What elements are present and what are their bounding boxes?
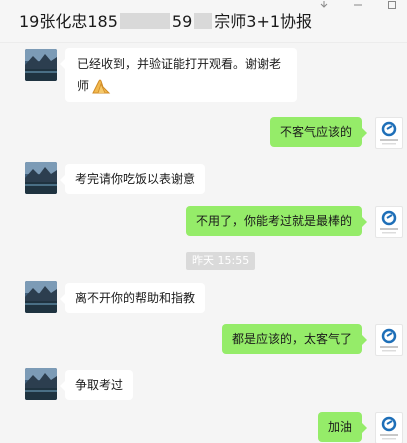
self-avatar[interactable]	[375, 324, 403, 356]
self-avatar[interactable]	[375, 412, 403, 443]
chat-title-bar: 19张化忠185 59 宗师3+1协报	[0, 0, 407, 43]
folded-hands-icon	[89, 75, 111, 95]
message-text: 加油	[327, 420, 352, 434]
message-text: 离不开你的帮助和指教	[75, 291, 196, 305]
message-bubble-outgoing[interactable]: 不客气应该的	[269, 117, 368, 147]
message-bubble-incoming[interactable]: 已经收到，并验证能打开观看。谢谢老师	[60, 48, 297, 102]
chat-title-suffix: 宗师3+1协报	[214, 12, 313, 31]
chat-title-middle: 59	[171, 12, 193, 31]
self-avatar[interactable]	[375, 206, 403, 238]
contact-avatar[interactable]	[25, 281, 57, 313]
contact-avatar[interactable]	[25, 162, 57, 194]
redacted-block	[194, 13, 213, 29]
message-text: 不客气应该的	[279, 125, 352, 139]
message-timestamp: 昨天 15:55	[186, 252, 256, 270]
minimize-icon[interactable]	[351, 0, 365, 12]
message-bubble-outgoing[interactable]: 不用了，你能考过就是最棒的	[185, 206, 368, 236]
message-bubble-incoming[interactable]: 离不开你的帮助和指教	[59, 283, 206, 313]
self-avatar[interactable]	[375, 117, 403, 149]
message-text: 不用了，你能考过就是最棒的	[195, 214, 352, 228]
chat-title: 19张化忠185 59 宗师3+1协报	[19, 12, 312, 32]
contact-avatar[interactable]	[25, 49, 57, 81]
message-bubble-outgoing[interactable]: 加油	[317, 412, 368, 442]
message-text: 都是应该的，太客气了	[231, 332, 352, 346]
window-controls	[317, 0, 407, 14]
message-bubble-incoming[interactable]: 争取考过	[59, 370, 134, 400]
message-bubble-outgoing[interactable]: 都是应该的，太客气了	[221, 324, 368, 354]
maximize-icon[interactable]	[385, 0, 399, 12]
chat-title-prefix: 19张化忠185	[19, 12, 118, 31]
message-text: 争取考过	[75, 378, 124, 392]
redacted-block	[119, 13, 170, 29]
contact-avatar[interactable]	[25, 368, 57, 400]
message-bubble-incoming[interactable]: 考完请你吃饭以表谢意	[59, 164, 206, 194]
pin-icon[interactable]	[317, 0, 331, 12]
message-text: 考完请你吃饭以表谢意	[75, 172, 196, 186]
chat-message-list[interactable]: 已经收到，并验证能打开观看。谢谢老师 不客气应该的 考完请你吃饭以表谢意 不用了…	[0, 43, 407, 443]
